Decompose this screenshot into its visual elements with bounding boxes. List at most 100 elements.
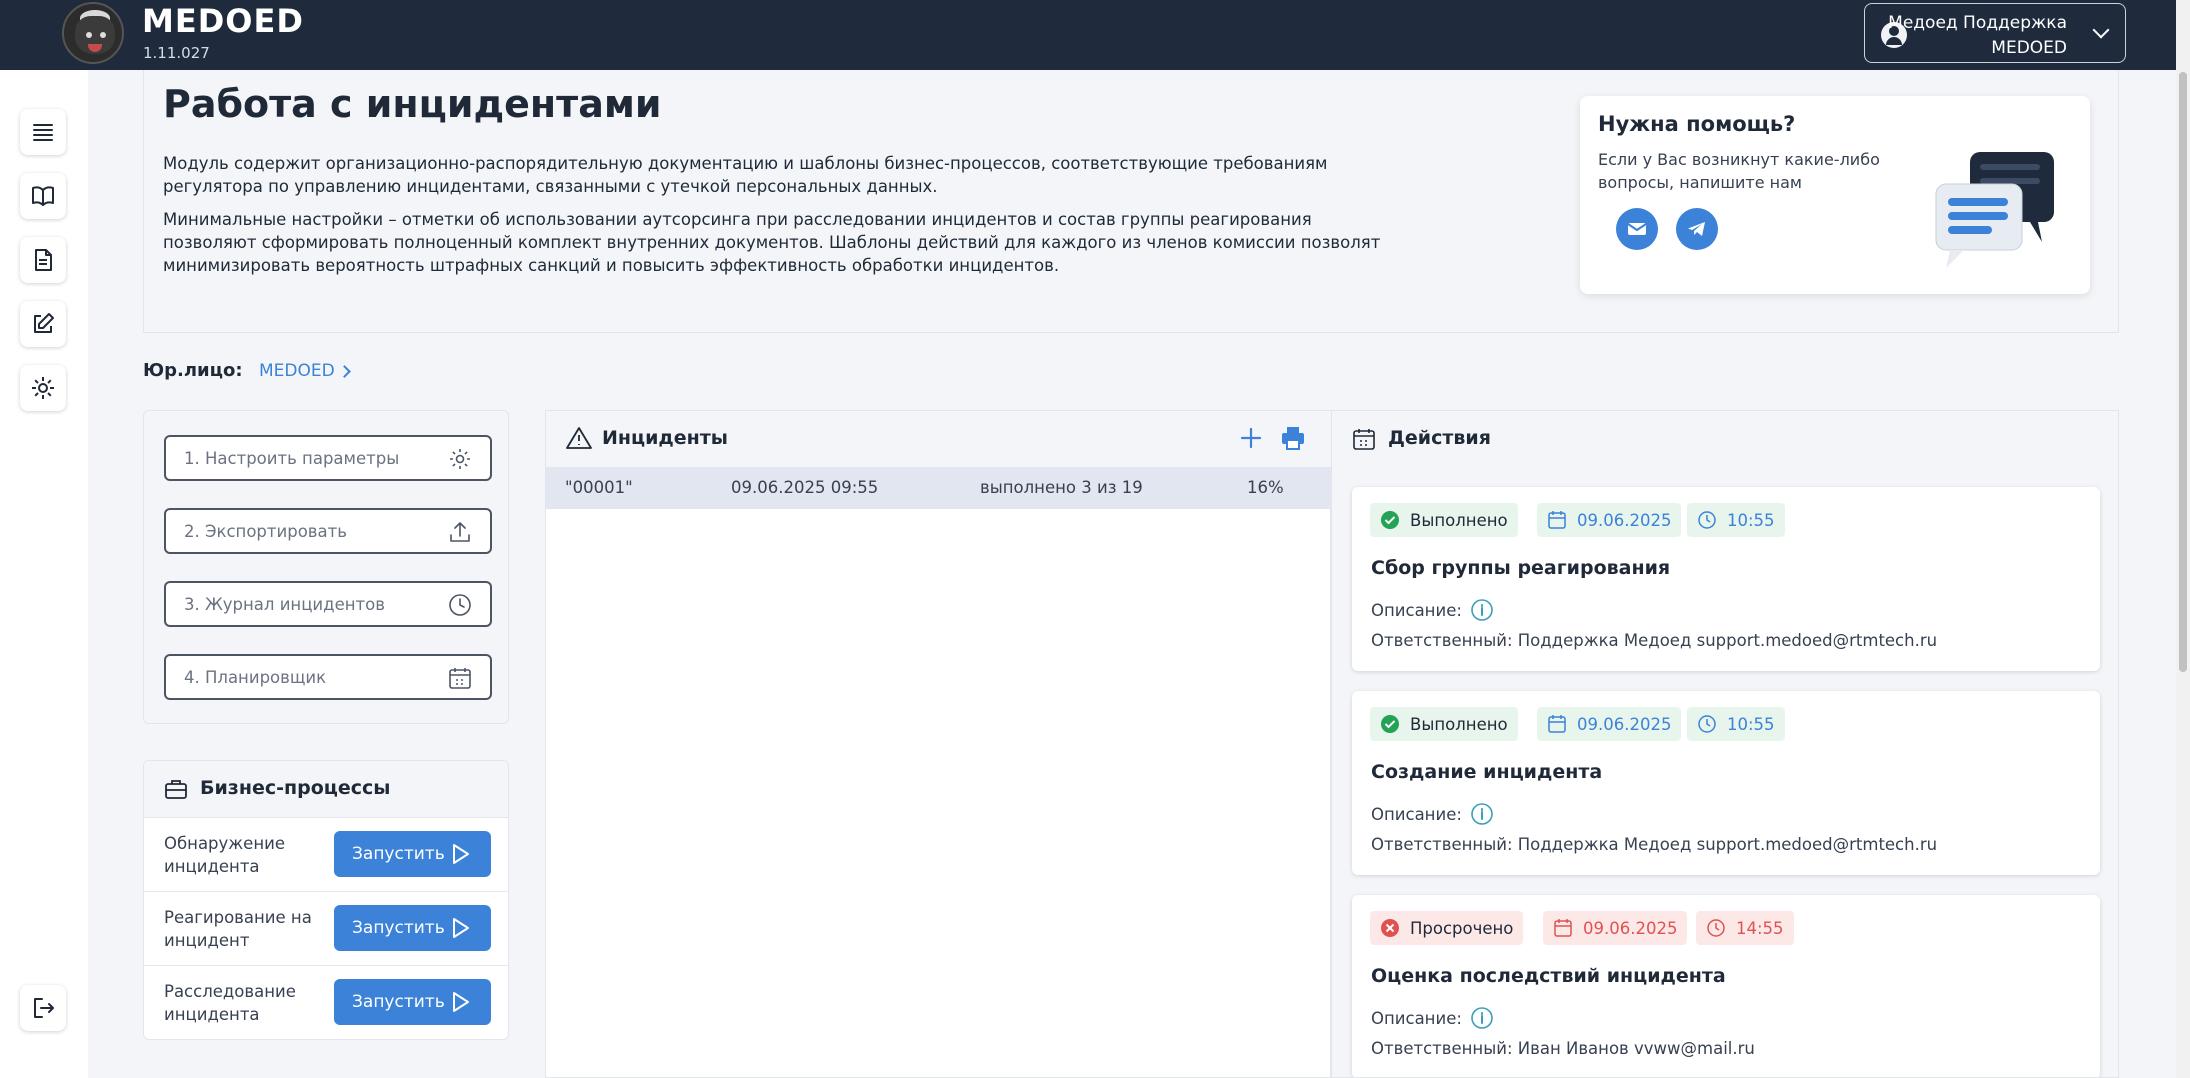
time-badge: 10:55 [1687, 707, 1785, 741]
sidebar-item-files[interactable] [20, 237, 66, 283]
action-card[interactable]: Просрочено 09.06.2025 14:55 Оценка после… [1352, 895, 2100, 1077]
responsible-text: Ответственный: Иван Иванов vvww@mail.ru [1371, 1039, 1755, 1058]
intro-paragraph-1: Модуль содержит организационно-распоряди… [163, 154, 1328, 196]
step-export-button[interactable]: 2. Экспортировать [164, 508, 492, 554]
time-badge: 10:55 [1687, 503, 1785, 537]
gear-icon [450, 449, 470, 469]
menu-icon [33, 124, 53, 141]
app-title: MEDOED [142, 2, 304, 40]
info-icon[interactable] [1470, 802, 1494, 826]
print-icon[interactable] [1280, 425, 1306, 451]
sidebar-item-logout[interactable] [20, 985, 66, 1031]
chevron-down-icon [2092, 21, 2110, 39]
gear-icon [32, 377, 54, 399]
logo-icon [62, 2, 124, 64]
briefcase-icon [165, 780, 187, 799]
clock-icon [1698, 715, 1716, 733]
play-icon [453, 918, 469, 938]
run-button[interactable]: Запустить [334, 905, 491, 951]
date-badge: 09.06.2025 [1537, 707, 1682, 741]
user-menu-button[interactable]: Медоед Поддержка MEDOED [1864, 3, 2126, 63]
date-badge: 09.06.2025 [1537, 503, 1682, 537]
step-scheduler-button[interactable]: 4. Планировщик [164, 654, 492, 700]
info-icon[interactable] [1470, 1006, 1494, 1030]
page-title: Работа с инцидентами [163, 82, 662, 126]
step-journal-button[interactable]: 3. Журнал инцидентов [164, 581, 492, 627]
status-badge: Выполнено [1370, 707, 1518, 741]
document-icon [35, 249, 52, 271]
play-icon [453, 992, 469, 1012]
responsible-text: Ответственный: Поддержка Медоед support.… [1371, 631, 1938, 650]
calendar-icon [1548, 511, 1566, 529]
play-icon [453, 844, 469, 864]
description-label: Описание: [1371, 601, 1462, 620]
incidents-title: Инциденты [602, 427, 728, 449]
calendar-icon [1353, 429, 1375, 450]
user-name: Медоед Поддержка [1888, 13, 2067, 33]
help-card: Нужна помощь? Если у Вас возникнут какие… [1580, 96, 2090, 294]
run-button[interactable]: Запустить [334, 831, 491, 877]
app-version: 1.11.027 [143, 44, 210, 62]
list-item: Реагирование на инцидент Запустить [144, 891, 508, 965]
add-icon[interactable] [1238, 425, 1264, 451]
description-label: Описание: [1371, 1009, 1462, 1028]
incidents-panel: Инциденты "00001" 09.06.2025 09:55 выпол… [545, 410, 1332, 1078]
help-title: Нужна помощь? [1598, 112, 1796, 136]
list-item: Обнаружение инцидента Запустить [144, 817, 508, 891]
top-bar: MEDOED 1.11.027 Медоед Поддержка MEDOED [0, 0, 2176, 70]
email-icon[interactable] [1616, 208, 1658, 250]
responsible-text: Ответственный: Поддержка Медоед support.… [1371, 835, 1938, 854]
step-configure-button[interactable]: 1. Настроить параметры [164, 435, 492, 481]
description-label: Описание: [1371, 805, 1462, 824]
time-badge: 14:55 [1696, 911, 1794, 945]
calendar-icon [1554, 919, 1572, 937]
scrollbar-thumb[interactable] [2179, 72, 2187, 672]
intro-paragraph-2: Минимальные настройки – отметки об испол… [163, 210, 1381, 275]
chat-bubbles-icon [1935, 152, 2054, 268]
edit-icon [34, 313, 54, 333]
calendar-icon [449, 668, 471, 689]
sidebar-item-settings[interactable] [20, 365, 66, 411]
user-org: MEDOED [1991, 38, 2067, 58]
error-circle-icon [1381, 919, 1399, 937]
business-processes-title: Бизнес-процессы [200, 777, 391, 799]
sidebar-item-menu[interactable] [20, 109, 66, 155]
check-circle-icon [1381, 715, 1399, 733]
run-button[interactable]: Запустить [334, 979, 491, 1025]
calendar-icon [1548, 715, 1566, 733]
action-title: Создание инцидента [1371, 761, 1603, 783]
status-badge: Просрочено [1370, 911, 1524, 945]
business-processes-panel: Бизнес-процессы Обнаружение инцидента За… [143, 760, 509, 1040]
book-icon [32, 186, 54, 206]
action-card[interactable]: Выполнено 09.06.2025 10:55 Сбор группы р… [1352, 487, 2100, 671]
info-icon[interactable] [1470, 598, 1494, 622]
logout-icon [34, 998, 54, 1018]
incident-datetime: 09.06.2025 09:55 [731, 478, 879, 497]
table-row[interactable]: "00001" 09.06.2025 09:55 выполнено 3 из … [546, 467, 1332, 509]
telegram-icon[interactable] [1676, 208, 1718, 250]
steps-panel: 1. Настроить параметры 2. Экспортировать… [143, 410, 509, 724]
action-title: Оценка последствий инцидента [1371, 965, 1726, 987]
chevron-right-icon [338, 365, 351, 378]
help-text: Если у Вас возникнут какие-либо вопросы,… [1598, 150, 1880, 192]
actions-title: Действия [1388, 427, 1491, 449]
action-card[interactable]: Выполнено 09.06.2025 10:55 Создание инци… [1352, 691, 2100, 875]
sidebar-item-docs[interactable] [20, 173, 66, 219]
warning-icon [566, 427, 592, 449]
action-title: Сбор группы реагирования [1371, 557, 1671, 579]
clock-icon [1698, 511, 1716, 529]
upload-icon [450, 522, 470, 542]
entity-link[interactable]: MEDOED [259, 361, 335, 381]
sidebar-item-edit[interactable] [20, 301, 66, 347]
actions-panel: Действия Выполнено 09.06.2025 10:55 Сбор… [1331, 410, 2119, 1078]
date-badge: 09.06.2025 [1543, 911, 1688, 945]
status-badge: Выполнено [1370, 503, 1518, 537]
sidebar [0, 70, 88, 1078]
clock-icon [1707, 919, 1725, 937]
incident-percent: 16% [1247, 478, 1284, 497]
incident-id: "00001" [565, 478, 633, 497]
entity-label: Юр.лицо: [143, 360, 243, 381]
list-item: Расследование инцидента Запустить [144, 965, 508, 1039]
incident-progress: выполнено 3 из 19 [980, 478, 1143, 497]
clock-icon [449, 594, 471, 616]
